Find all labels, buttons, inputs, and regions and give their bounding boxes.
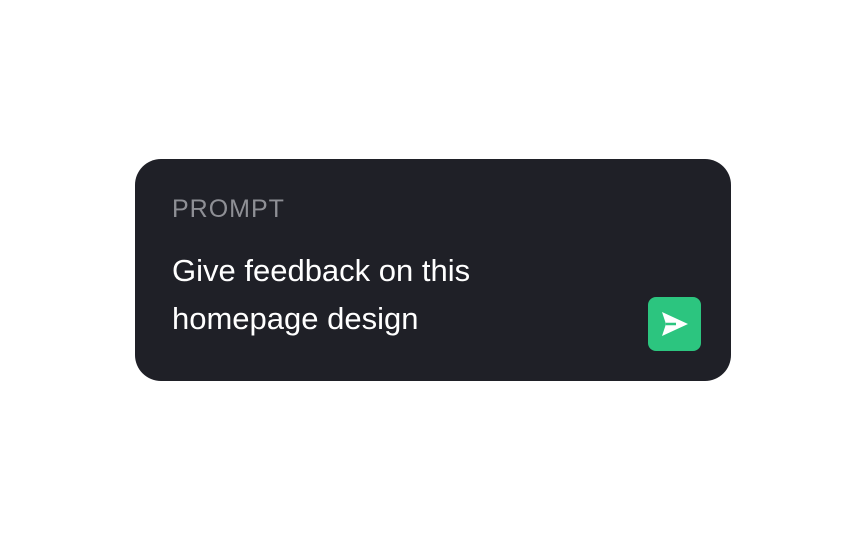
- send-icon: [660, 311, 690, 337]
- prompt-card: PROMPT Give feedback on this homepage de…: [135, 159, 731, 381]
- prompt-label: PROMPT: [172, 195, 285, 223]
- send-button[interactable]: [648, 297, 701, 351]
- prompt-text[interactable]: Give feedback on this homepage design: [172, 247, 572, 343]
